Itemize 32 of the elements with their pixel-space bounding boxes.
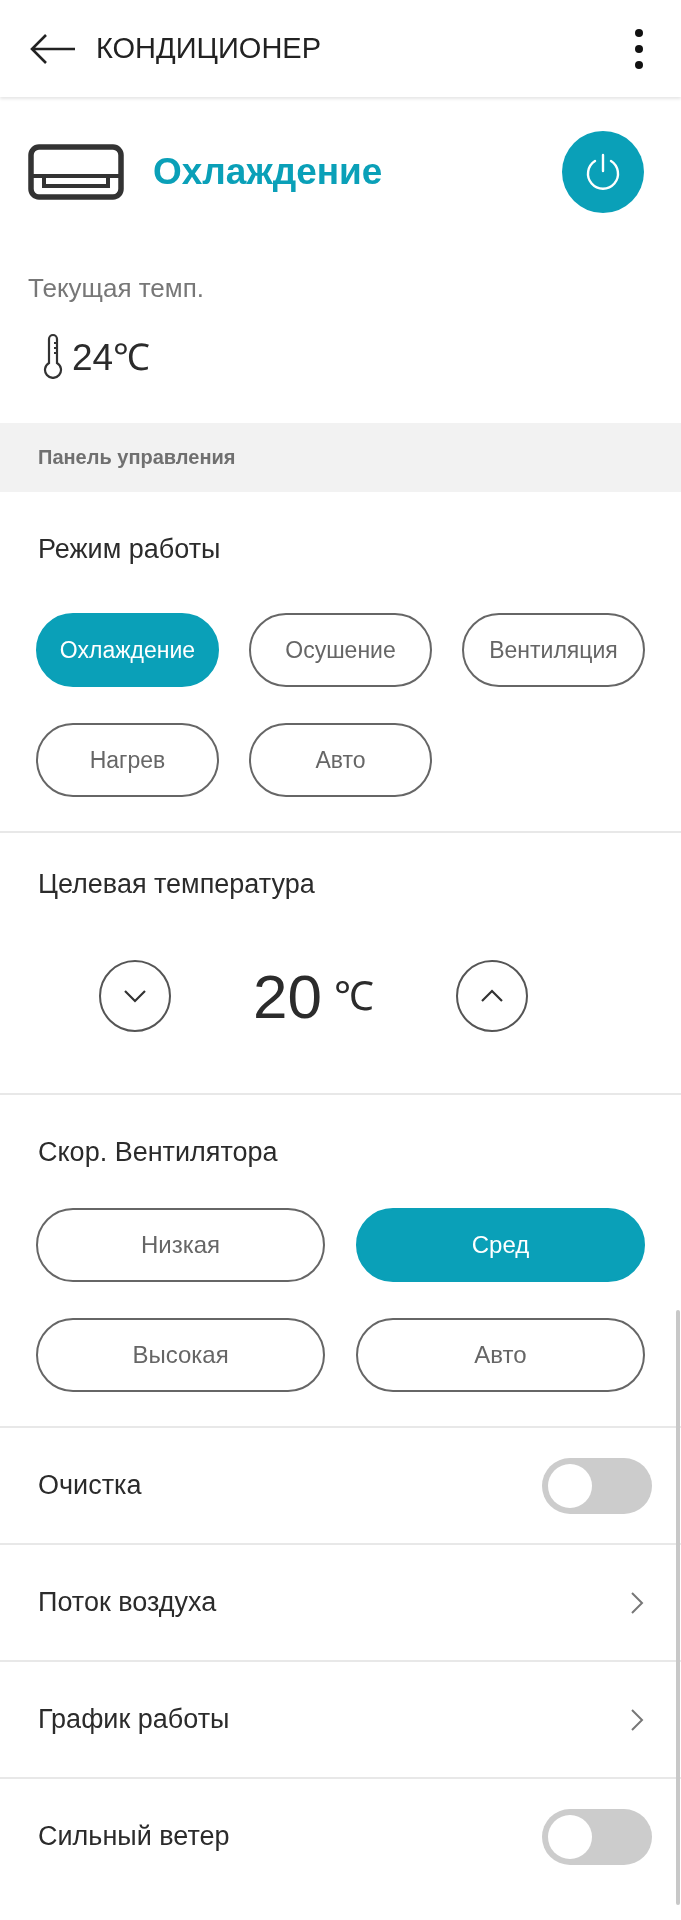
chevron-right-icon[interactable] bbox=[630, 1590, 644, 1615]
chevron-down-icon bbox=[123, 989, 147, 1003]
setting-label: Сильный ветер bbox=[38, 1821, 230, 1852]
mode-title: Охлаждение bbox=[153, 151, 384, 193]
setting-label: Поток воздуха bbox=[38, 1587, 217, 1618]
group-title: Скор. Вентилятора bbox=[38, 1137, 278, 1168]
power-icon bbox=[584, 152, 622, 192]
air-conditioner-icon bbox=[28, 144, 124, 200]
temp-unit: ℃ bbox=[334, 972, 374, 1020]
chevron-up-icon bbox=[480, 989, 504, 1003]
option-chip[interactable]: Осушение bbox=[249, 613, 432, 687]
option-chip[interactable]: Вентиляция bbox=[462, 613, 645, 687]
option-chip[interactable]: Низкая bbox=[36, 1208, 325, 1282]
setting-label: Очистка bbox=[38, 1470, 142, 1501]
option-chip[interactable]: Охлаждение bbox=[36, 613, 219, 687]
thermometer-icon bbox=[42, 332, 64, 379]
option-chip[interactable]: Авто bbox=[249, 723, 432, 797]
option-chip[interactable]: Нагрев bbox=[36, 723, 219, 797]
section-header: Панель управления bbox=[38, 446, 236, 469]
setting-label: График работы bbox=[38, 1704, 230, 1735]
option-chip[interactable]: Высокая bbox=[36, 1318, 325, 1392]
target-temp-value: 20 bbox=[253, 960, 322, 1032]
back-arrow-icon[interactable] bbox=[29, 32, 76, 65]
current-temp-label: Текущая темп. bbox=[28, 273, 204, 304]
option-chip[interactable]: Сред bbox=[356, 1208, 645, 1282]
current-temp-value: 24℃ bbox=[72, 336, 151, 380]
option-chip[interactable]: Авто bbox=[356, 1318, 645, 1392]
screen-title: КОНДИЦИОНЕР bbox=[96, 32, 323, 65]
group-title: Целевая температура bbox=[38, 869, 315, 900]
more-menu-icon[interactable] bbox=[634, 28, 644, 69]
group-title: Режим работы bbox=[38, 534, 221, 565]
chevron-right-icon[interactable] bbox=[630, 1707, 644, 1732]
